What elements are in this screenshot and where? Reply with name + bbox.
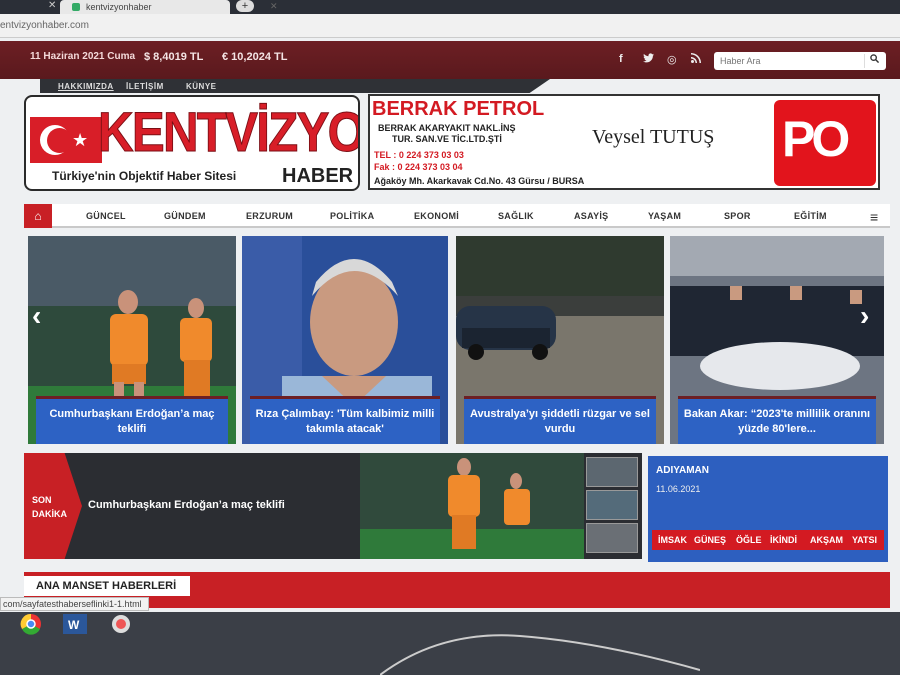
status-link: com/sayfatesthaberseflinki1-1.html	[0, 597, 149, 611]
slider-prev-icon[interactable]: ‹	[32, 300, 41, 332]
menu-item-ekonomi[interactable]: EKONOMİ	[414, 211, 459, 221]
menu-item-asayis[interactable]: ASAYİŞ	[574, 211, 608, 221]
thumbnail[interactable]	[586, 490, 638, 520]
os-taskbar: W	[0, 612, 900, 675]
breaking-headline[interactable]: Cumhurbaşkanı Erdoğan’a maç teklifi	[88, 499, 285, 511]
cable-decoration	[380, 634, 700, 675]
address-text: entvizyonhaber.com	[0, 20, 89, 31]
ad-fax: Fak : 0 224 373 03 04	[374, 162, 463, 172]
slide-caption[interactable]: Bakan Akar: “2023'te millilik oranını yü…	[678, 396, 876, 444]
ad-title: BERRAK PETROL	[372, 98, 545, 120]
breaking-label-1: SON	[32, 495, 52, 505]
menu-item-gundem[interactable]: GÜNDEM	[164, 211, 206, 221]
prayer-yatsi: YATSI	[852, 535, 878, 545]
thumbnail[interactable]	[586, 523, 638, 553]
prayer-ikindi: İKİNDİ	[770, 535, 797, 545]
logo-wordmark: KENTVİZYON	[98, 100, 358, 164]
usd-rate: $ 8,4019 TL	[144, 51, 204, 63]
slide-caption[interactable]: Avustralya’yı şiddetli rüzgar ve sel vur…	[464, 396, 656, 444]
breaking-news: SON DAKİKA Cumhurbaşkanı Erdoğan’a maç t…	[24, 453, 642, 559]
nav-imprint[interactable]: KÜNYE	[186, 82, 217, 91]
turkish-flag-icon: ★	[30, 117, 102, 163]
main-menu: ⌂ GÜNCEL GÜNDEM ERZURUM POLİTİKA EKONOMİ…	[24, 204, 890, 228]
ad-person-name: Veysel TUTUŞ	[592, 126, 715, 148]
thumbnail[interactable]	[586, 457, 638, 487]
logo-tagline: Türkiye'nin Objektif Haber Sitesi	[52, 169, 237, 183]
rss-icon[interactable]	[691, 53, 701, 66]
svg-text:W: W	[68, 618, 80, 632]
top-links: HAKKIMIZDA İLETİŞİM KÜNYE	[40, 79, 550, 93]
section-title: ANA MANSET HABERLERİ	[24, 576, 190, 596]
top-bar: 11 Haziran 2021 Cuma $ 8,4019 TL € 10,20…	[0, 41, 900, 79]
browser-tab[interactable]: kentvizyonhaber ✕	[60, 0, 278, 14]
prayer-gunes: GÜNEŞ	[694, 535, 727, 545]
slide-caption[interactable]: Rıza Çalımbay: 'Tüm kalbimiz milli takım…	[250, 396, 440, 444]
po-logo: PO	[774, 100, 876, 186]
breaking-label: SON DAKİKA	[32, 493, 67, 521]
address-bar[interactable]: entvizyonhaber.com	[0, 14, 900, 38]
prayer-imsak: İMSAK	[658, 535, 687, 545]
breaking-thumbnails	[586, 457, 638, 557]
nav-contact[interactable]: İLETİŞİM	[126, 82, 164, 91]
word-icon[interactable]: W	[60, 612, 90, 636]
slide-card[interactable]: Cumhurbaşkanı Erdoğan’a maç teklifi	[28, 236, 236, 444]
site-logo[interactable]: ★ KENTVİZYON Türkiye'nin Objektif Haber …	[24, 95, 360, 191]
po-logo-text: PO	[782, 111, 850, 167]
ad-address: Ağaköy Mh. Akarkavak Cd.No. 43 Gürsu / B…	[374, 176, 585, 186]
eur-rate: € 10,2024 TL	[222, 51, 288, 63]
facebook-icon[interactable]: f	[619, 53, 623, 65]
prayer-date: 11.06.2021	[656, 484, 701, 494]
instagram-icon[interactable]: ◎	[667, 53, 677, 66]
close-tab-icon[interactable]: ✕	[48, 0, 56, 11]
prayer-times-bar: İMSAK GÜNEŞ ÖĞLE İKİNDİ AKŞAM YATSI	[652, 530, 884, 550]
breaking-image[interactable]	[360, 453, 584, 559]
slide-caption[interactable]: Cumhurbaşkanı Erdoğan’a maç teklifi	[36, 396, 228, 444]
hamburger-menu-icon[interactable]: ≡	[870, 209, 878, 225]
search-input[interactable]	[720, 54, 860, 68]
twitter-icon[interactable]	[643, 53, 654, 66]
current-date: 11 Haziran 2021 Cuma	[30, 51, 136, 62]
search-box	[714, 52, 886, 70]
nav-about[interactable]: HAKKIMIZDA	[58, 82, 114, 91]
web-page: 11 Haziran 2021 Cuma $ 8,4019 TL € 10,20…	[0, 38, 900, 612]
slider-next-icon[interactable]: ›	[860, 300, 869, 332]
prayer-times-widget: ADIYAMAN 11.06.2021 İMSAK GÜNEŞ ÖĞLE İKİ…	[648, 456, 888, 562]
slide-card[interactable]: Rıza Çalımbay: 'Tüm kalbimiz milli takım…	[242, 236, 448, 444]
menu-item-spor[interactable]: SPOR	[724, 211, 751, 221]
chrome-icon[interactable]	[16, 612, 46, 636]
logo-haber: HABER	[282, 165, 354, 187]
menu-item-politika[interactable]: POLİTİKA	[330, 211, 374, 221]
prayer-ogle: ÖĞLE	[736, 535, 762, 545]
breaking-label-2: DAKİKA	[32, 509, 67, 519]
new-tab-icon[interactable]: +	[236, 0, 254, 12]
close-tab-icon[interactable]: ✕	[270, 1, 278, 12]
menu-item-guncel[interactable]: GÜNCEL	[86, 211, 126, 221]
prayer-aksam: AKŞAM	[810, 535, 843, 545]
advert-banner[interactable]: BERRAK PETROL BERRAK AKARYAKIT NAKL.İNŞ …	[368, 94, 880, 190]
ad-company-line2: TUR. SAN.VE TİC.LTD.ŞTİ	[392, 134, 502, 144]
favicon-icon	[72, 3, 80, 11]
slide-card[interactable]: Bakan Akar: “2023'te millilik oranını yü…	[670, 236, 884, 444]
search-icon[interactable]	[864, 54, 884, 68]
menu-item-yasam[interactable]: YAŞAM	[648, 211, 681, 221]
prayer-city[interactable]: ADIYAMAN	[656, 465, 709, 476]
ad-company-line1: BERRAK AKARYAKIT NAKL.İNŞ	[378, 123, 516, 133]
menu-item-erzurum[interactable]: ERZURUM	[246, 211, 293, 221]
browser-tabstrip: ✕ kentvizyonhaber ✕ +	[0, 0, 900, 14]
app-icon[interactable]	[106, 612, 136, 636]
tab-title: kentvizyonhaber	[86, 2, 152, 12]
manset-section: ANA MANSET HABERLERİ	[24, 572, 890, 608]
menu-item-saglik[interactable]: SAĞLIK	[498, 211, 534, 221]
menu-item-egitim[interactable]: EĞİTİM	[794, 211, 827, 221]
slide-card[interactable]: Avustralya’yı şiddetli rüzgar ve sel vur…	[456, 236, 664, 444]
ad-phone: TEL : 0 224 373 03 03	[374, 150, 464, 160]
home-icon[interactable]: ⌂	[24, 204, 52, 228]
